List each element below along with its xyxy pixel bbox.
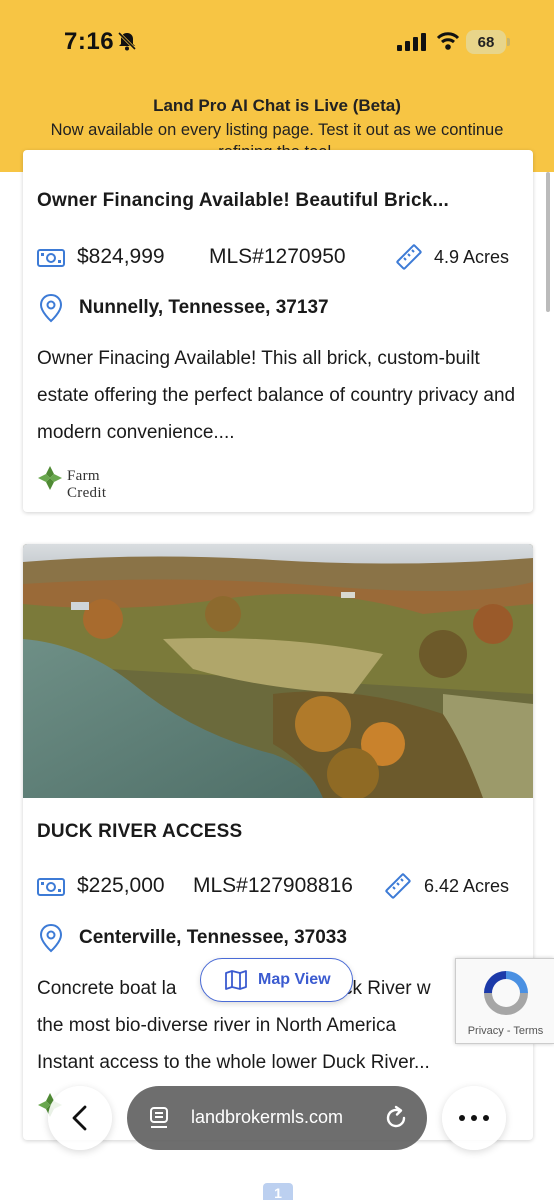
address-bar[interactable]: landbrokermls.com: [127, 1086, 427, 1150]
cell-signal-icon: [397, 33, 426, 51]
listing-price: $824,999: [77, 245, 165, 268]
battery-indicator: 68: [466, 30, 510, 54]
battery-level: 68: [466, 30, 506, 54]
listing-card[interactable]: Owner Financing Available! Beautiful Bri…: [23, 150, 533, 512]
browser-toolbar: landbrokermls.com: [0, 1060, 554, 1200]
ruler-icon: [385, 873, 411, 899]
listing-location: Nunnelly, Tennessee, 37137: [79, 297, 329, 318]
logo-text: Farm Credit: [67, 468, 107, 501]
map-view-button[interactable]: Map View: [200, 958, 353, 1002]
listing-card[interactable]: DUCK RIVER ACCESS $225,000 MLS#127908816…: [23, 544, 533, 1140]
farm-credit-leaf-icon: [38, 466, 62, 490]
description-line: the most bio-diverse river in North Amer…: [37, 1015, 397, 1036]
listing-acres: 6.42 Acres: [424, 876, 510, 896]
scrollbar-thumb[interactable]: [546, 172, 550, 312]
listing-location-row: Centerville, Tennessee, 37033: [37, 923, 519, 953]
listing-mls: MLS#127908816: [193, 874, 353, 897]
listing-title[interactable]: DUCK RIVER ACCESS: [37, 821, 242, 843]
location-pin-icon: [39, 923, 63, 953]
listing-description: Owner Finacing Available! This all brick…: [37, 348, 516, 443]
location-pin-icon: [39, 293, 63, 323]
listing-title[interactable]: Owner Financing Available! Beautiful Bri…: [37, 190, 449, 212]
wifi-icon: [436, 32, 460, 50]
money-icon: [37, 249, 65, 267]
ellipsis-icon: [459, 1115, 489, 1121]
pagination-current[interactable]: 1: [263, 1183, 293, 1200]
ruler-icon: [396, 244, 422, 270]
description-line: ck River w: [343, 978, 431, 999]
announcement-banner: 7:16 68 Land Pro AI Chat is Live (Beta) …: [0, 0, 554, 172]
bell-muted-icon: [117, 31, 137, 51]
aerial-river-photo: [23, 544, 533, 798]
back-button[interactable]: [48, 1086, 112, 1150]
money-icon: [37, 878, 65, 896]
listing-location-row: Nunnelly, Tennessee, 37137: [37, 293, 519, 323]
listing-stats: $824,999 MLS#1270950 4.9 Acres: [37, 243, 519, 273]
recaptcha-links[interactable]: Privacy - Terms: [456, 1025, 554, 1037]
recaptcha-icon: [484, 971, 528, 1015]
listing-location: Centerville, Tennessee, 37033: [79, 927, 347, 948]
map-view-label: Map View: [258, 971, 331, 988]
listing-mls: MLS#1270950: [209, 245, 346, 268]
listing-acres: 4.9 Acres: [434, 247, 510, 267]
listing-photo[interactable]: [23, 544, 533, 798]
reload-icon[interactable]: [383, 1105, 409, 1131]
listing-stats: $225,000 MLS#127908816 6.42 Acres: [37, 872, 519, 902]
recaptcha-badge[interactable]: Privacy - Terms: [455, 958, 554, 1044]
url-text: landbrokermls.com: [191, 1107, 344, 1127]
listing-price: $225,000: [77, 874, 165, 897]
page-format-icon: [150, 1107, 168, 1128]
banner-title: Land Pro AI Chat is Live (Beta): [153, 96, 401, 115]
chevron-left-icon: [72, 1105, 87, 1131]
description-line: Concrete boat la: [37, 978, 177, 999]
map-icon: [225, 970, 247, 990]
more-options-button[interactable]: [442, 1086, 506, 1150]
status-time: 7:16: [64, 28, 115, 55]
